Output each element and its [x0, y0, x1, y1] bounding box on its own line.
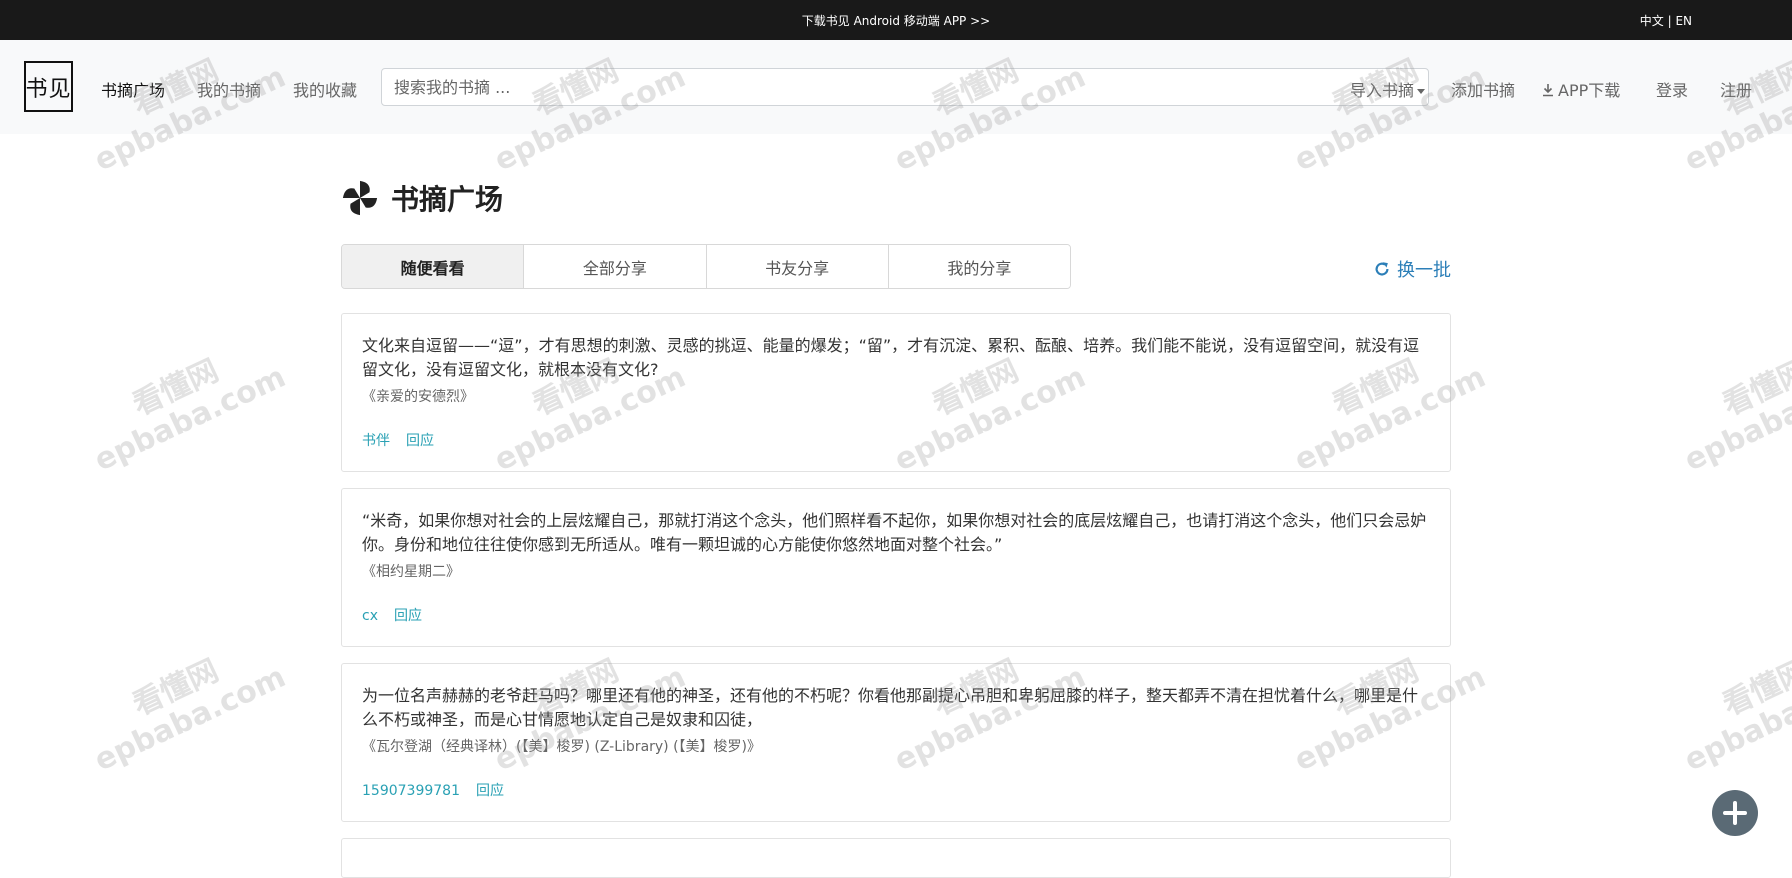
excerpt-source: 《亲爱的安德烈》 [362, 389, 474, 405]
import-excerpts-dropdown[interactable]: 导入书摘 [1350, 77, 1426, 101]
watermark-line2: epbaba.com [89, 359, 292, 479]
pinwheel-icon [342, 180, 378, 216]
language-switch[interactable]: 中文 | EN [1640, 12, 1692, 29]
tab-my-shares[interactable]: 我的分享 [888, 245, 1070, 288]
refresh-batch-button[interactable]: 换一批 [1373, 256, 1451, 282]
watermark: 看懂网epbaba.com [1665, 330, 1792, 479]
app-download-link[interactable]: APP下载 [1541, 77, 1620, 101]
watermark-line2: epbaba.com [89, 659, 292, 779]
watermark: 看懂网epbaba.com [75, 630, 292, 779]
excerpt-quote: 文化来自逗留——“逗”，才有思想的刺激、灵感的挑逗、能量的爆发；“留”，才有沉淀… [362, 336, 1420, 379]
excerpt-card: 为一位名声赫赫的老爷赶马吗？哪里还有他的神圣，还有他的不朽呢？你看他那副提心吊胆… [341, 663, 1451, 822]
navbar: 书 见 书摘广场 我的书摘 我的收藏 导入书摘 添加书摘 APP下载 登录 注册 [0, 40, 1792, 134]
reply-link[interactable]: 回应 [476, 783, 504, 799]
excerpt-user-link[interactable]: 书伴 [362, 433, 390, 449]
search-input[interactable] [381, 68, 1429, 106]
app-download-label: APP下载 [1558, 81, 1621, 100]
excerpt-actions: 15907399781 回应 [362, 780, 520, 800]
download-icon [1543, 84, 1553, 97]
top-announcement-bar: 下载书见 Android 移动端 APP >> 中文 | EN [0, 0, 1792, 40]
tab-all-shares[interactable]: 全部分享 [524, 245, 707, 288]
excerpt-quote: 为一位名声赫赫的老爷赶马吗？哪里还有他的神圣，还有他的不朽呢？你看他那副提心吊胆… [362, 686, 1419, 729]
page-title: 书摘广场 [391, 183, 504, 216]
nav-item-my-favorites[interactable]: 我的收藏 [293, 77, 357, 101]
site-logo[interactable]: 书 见 [24, 61, 73, 112]
logo-char-right: 见 [48, 76, 72, 102]
excerpt-source: 《相约星期二》 [362, 564, 460, 580]
android-download-link[interactable]: 下载书见 Android 移动端 APP >> [0, 12, 1792, 29]
add-excerpt-fab[interactable] [1712, 790, 1758, 836]
logo-char-left: 书 [25, 76, 49, 102]
excerpt-card: “米奇，如果你想对社会的上层炫耀自己，那就打消这个念头，他们照样看不起你，如果你… [341, 488, 1451, 647]
watermark-line2: epbaba.com [1679, 659, 1792, 779]
excerpt-actions: cx 回应 [362, 605, 438, 625]
excerpt-card-partial [341, 838, 1451, 878]
watermark-line1: 看懂网 [1717, 353, 1792, 424]
watermark-line1: 看懂网 [1717, 653, 1792, 724]
watermark-line2: epbaba.com [1679, 359, 1792, 479]
chevron-down-icon [1417, 89, 1426, 94]
excerpt-user-link[interactable]: cx [362, 608, 378, 624]
watermark: 看懂网epbaba.com [1665, 630, 1792, 779]
watermark: 看懂网epbaba.com [75, 330, 292, 479]
excerpt-card: 文化来自逗留——“逗”，才有思想的刺激、灵感的挑逗、能量的爆发；“留”，才有沉淀… [341, 313, 1451, 472]
register-link[interactable]: 注册 [1720, 77, 1752, 101]
import-label: 导入书摘 [1350, 81, 1415, 100]
tab-friend-shares[interactable]: 书友分享 [706, 245, 889, 288]
excerpt-source: 《瓦尔登湖（经典译林）(【美】梭罗) (Z-Library) (【美】梭罗)》 [362, 739, 762, 755]
refresh-label: 换一批 [1397, 260, 1451, 281]
filter-tabs: 随便看看 全部分享 书友分享 我的分享 [341, 244, 1071, 289]
excerpt-user-link[interactable]: 15907399781 [362, 783, 460, 799]
excerpt-quote: “米奇，如果你想对社会的上层炫耀自己，那就打消这个念头，他们照样看不起你，如果你… [362, 511, 1427, 554]
watermark-line1: 看懂网 [127, 353, 224, 424]
reply-link[interactable]: 回应 [406, 433, 434, 449]
refresh-icon [1375, 262, 1389, 276]
tab-random[interactable]: 随便看看 [342, 245, 525, 288]
excerpt-actions: 书伴 回应 [362, 430, 450, 450]
page-header: 书摘广场 [341, 178, 503, 218]
watermark-line1: 看懂网 [127, 653, 224, 724]
add-excerpt-link[interactable]: 添加书摘 [1451, 77, 1515, 101]
nav-item-my-excerpts[interactable]: 我的书摘 [197, 77, 261, 101]
nav-item-excerpt-plaza[interactable]: 书摘广场 [101, 77, 165, 101]
plus-icon [1723, 801, 1747, 825]
login-link[interactable]: 登录 [1656, 77, 1688, 101]
reply-link[interactable]: 回应 [394, 608, 422, 624]
